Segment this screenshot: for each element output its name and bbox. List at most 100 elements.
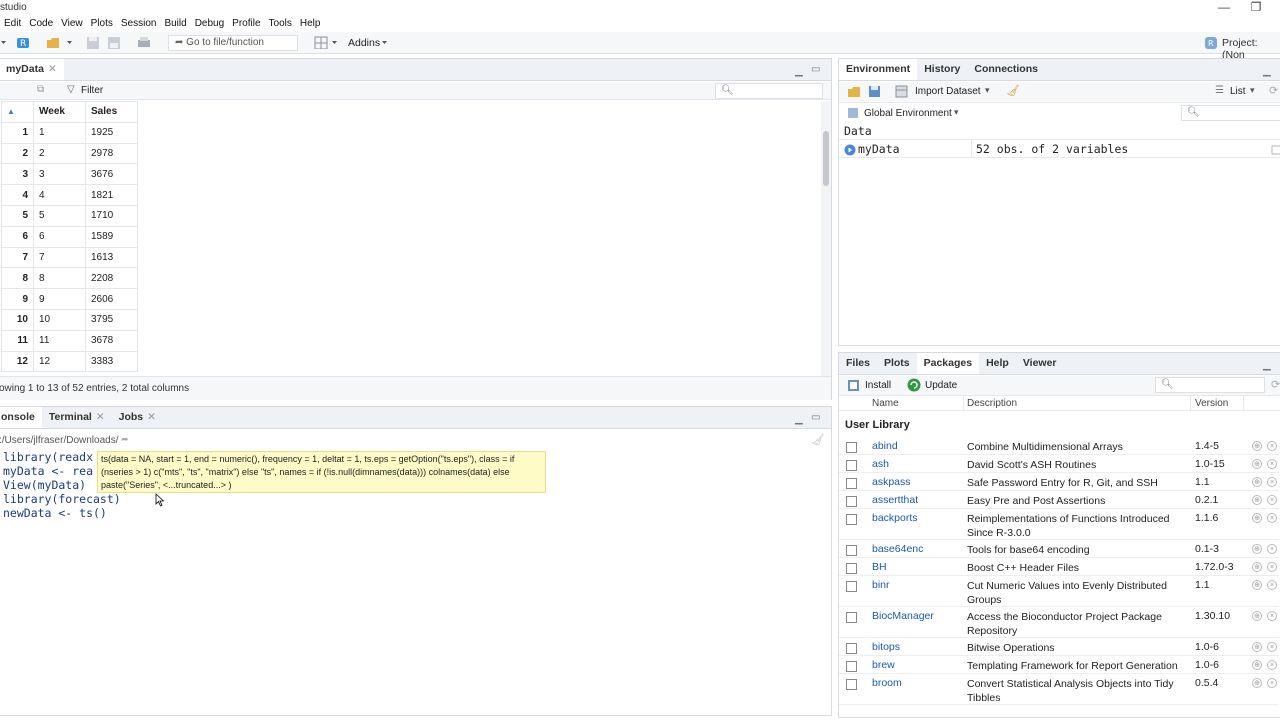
package-row[interactable]: backports Reimplementations of Functions …: [839, 509, 1279, 540]
package-load-checkbox[interactable]: [846, 612, 857, 623]
package-row[interactable]: assertthat Easy Pre and Post Assertions 0.…: [839, 491, 1279, 509]
scrollbar-thumb[interactable]: [823, 131, 829, 186]
package-row[interactable]: broom Convert Statistical Analysis Object…: [839, 674, 1279, 705]
globe-icon[interactable]: ⊕: [1252, 513, 1262, 523]
tab-mydata[interactable]: myData ✕: [0, 59, 64, 80]
view-mode-select[interactable]: List: [1230, 86, 1246, 97]
chevron-down-icon[interactable]: ▾: [985, 85, 990, 96]
remove-package-icon[interactable]: ×: [1267, 495, 1277, 505]
save-workspace-icon[interactable]: [868, 85, 881, 98]
layout-dropdown-icon[interactable]: [331, 37, 345, 50]
maximize-pane-icon[interactable]: ▭: [811, 412, 820, 423]
menu-session[interactable]: Session: [117, 16, 161, 32]
tab-connections[interactable]: Connections: [967, 59, 1045, 80]
refresh-icon[interactable]: ⟳: [1269, 84, 1278, 97]
remove-package-icon[interactable]: ×: [1267, 660, 1277, 670]
remove-package-icon[interactable]: ×: [1267, 580, 1277, 590]
globe-icon[interactable]: ⊕: [1252, 562, 1262, 572]
column-header-sales[interactable]: Sales: [85, 101, 138, 123]
console-input[interactable]: newData <- ts(): [3, 506, 823, 520]
package-name-link[interactable]: broom: [872, 677, 902, 689]
globe-icon[interactable]: ⊕: [1252, 580, 1262, 590]
dropdown-arrow-icon[interactable]: [0, 37, 14, 50]
expand-circle-icon[interactable]: [844, 144, 856, 156]
environment-search-input[interactable]: 🔍︎: [1181, 105, 1280, 121]
broom-icon[interactable]: 🧹︎: [1006, 84, 1020, 97]
viewer-search-input[interactable]: 🔍︎: [715, 83, 823, 99]
table-row[interactable]: 4 4 1821: [1, 184, 138, 206]
addins-dropdown-icon[interactable]: [381, 37, 395, 50]
package-name-link[interactable]: base64enc: [872, 543, 923, 555]
globe-icon[interactable]: ⊕: [1252, 611, 1262, 621]
addins-menu[interactable]: Addins: [348, 37, 380, 49]
goto-file-input[interactable]: ➦ Go to file/function: [168, 35, 298, 51]
project-icon[interactable]: R: [1204, 36, 1218, 49]
table-row[interactable]: 3 3 3676: [1, 163, 138, 186]
package-name-link[interactable]: backports: [872, 512, 918, 524]
table-row[interactable]: 10 10 3795: [1, 308, 138, 331]
header-name[interactable]: Name: [872, 398, 899, 409]
package-load-checkbox[interactable]: [846, 643, 857, 654]
menu-code[interactable]: Code: [25, 16, 57, 32]
package-row[interactable]: BH Boost C++ Header Files 1.72.0-3 ⊕ ×: [839, 558, 1279, 576]
package-name-link[interactable]: askpass: [872, 476, 911, 488]
tab-help[interactable]: Help: [979, 353, 1016, 374]
remove-package-icon[interactable]: ×: [1267, 544, 1277, 554]
table-row[interactable]: 11 11 3678: [1, 329, 138, 352]
menu-tools[interactable]: Tools: [265, 16, 296, 32]
chevron-down-icon[interactable]: ▾: [1250, 85, 1255, 96]
table-row[interactable]: 12 12 3383: [1, 350, 138, 373]
package-load-checkbox[interactable]: [846, 514, 857, 525]
package-load-checkbox[interactable]: [846, 442, 857, 453]
table-row[interactable]: 7 7 1613: [1, 246, 138, 269]
grid-layout-icon[interactable]: [314, 36, 328, 49]
package-load-checkbox[interactable]: [846, 679, 857, 690]
minimize-pane-icon[interactable]: ▁: [795, 414, 803, 425]
minimize-pane-icon[interactable]: ▁: [1263, 360, 1271, 371]
header-description[interactable]: Description: [967, 398, 1017, 409]
remove-package-icon[interactable]: ×: [1267, 477, 1277, 487]
menu-debug[interactable]: Debug: [191, 16, 228, 32]
row-number-header[interactable]: ▲: [1, 101, 34, 123]
globe-icon[interactable]: ⊕: [1252, 441, 1262, 451]
globe-icon[interactable]: ⊕: [1252, 660, 1262, 670]
tab-terminal[interactable]: Terminal ✕: [42, 407, 112, 428]
global-environment-select[interactable]: Global Environment: [864, 108, 952, 119]
clear-console-icon[interactable]: 🧹︎: [811, 433, 825, 446]
close-icon[interactable]: ✕: [48, 63, 57, 75]
table-row[interactable]: 9 9 2606: [1, 288, 138, 310]
print-icon[interactable]: [137, 36, 151, 49]
package-load-checkbox[interactable]: [846, 545, 857, 556]
header-version[interactable]: Version: [1195, 398, 1228, 409]
package-row[interactable]: brew Templating Framework for Report Gene…: [839, 656, 1279, 674]
tab-files[interactable]: Files: [839, 353, 877, 374]
new-project-icon[interactable]: R: [16, 36, 30, 49]
grid-scrollbar[interactable]: [821, 101, 831, 376]
table-view-icon[interactable]: [1271, 145, 1280, 155]
menu-view[interactable]: View: [57, 16, 87, 32]
menu-edit[interactable]: Edit: [0, 16, 25, 32]
tab-environment[interactable]: Environment: [839, 59, 918, 80]
import-dataset-button[interactable]: Import Dataset: [915, 86, 981, 97]
package-row[interactable]: askpass Safe Password Entry for R, Git, a…: [839, 473, 1279, 491]
update-button[interactable]: Update: [925, 380, 957, 391]
tab-history[interactable]: History: [917, 59, 967, 80]
remove-package-icon[interactable]: ×: [1267, 642, 1277, 652]
package-row[interactable]: base64enc Tools for base64 encoding 0.1-3 ⊕…: [839, 540, 1279, 558]
close-icon[interactable]: ✕: [147, 411, 156, 423]
restore-button[interactable]: ❐: [1241, 0, 1271, 14]
remove-package-icon[interactable]: ×: [1267, 611, 1277, 621]
package-name-link[interactable]: binr: [872, 579, 890, 591]
refresh-icon[interactable]: ⟳: [1271, 378, 1280, 391]
tab-packages[interactable]: Packages: [916, 353, 980, 374]
table-row[interactable]: 2 2 2978: [1, 142, 138, 165]
filter-button[interactable]: Filter: [81, 85, 103, 96]
minimize-pane-icon[interactable]: ▁: [795, 66, 803, 77]
menu-plots[interactable]: Plots: [87, 16, 117, 32]
package-load-checkbox[interactable]: [846, 496, 857, 507]
remove-package-icon[interactable]: ×: [1267, 678, 1277, 688]
table-row[interactable]: 5 5 1710: [1, 204, 138, 227]
tab-console[interactable]: onsole: [0, 407, 42, 428]
package-row[interactable]: binr Cut Numeric Values into Evenly Distr…: [839, 576, 1279, 607]
package-name-link[interactable]: assertthat: [872, 494, 918, 506]
